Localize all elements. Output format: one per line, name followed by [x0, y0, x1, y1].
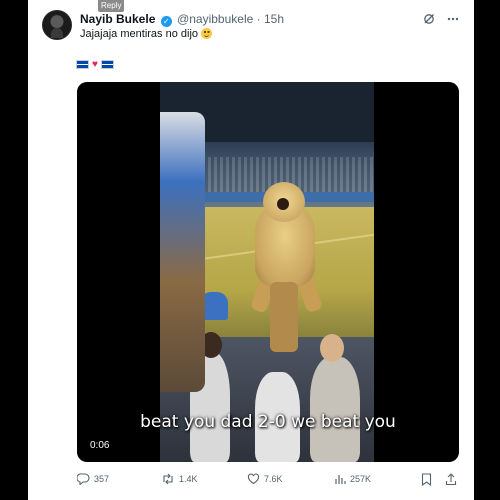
verified-badge-icon: ✓ [160, 16, 172, 27]
share-button[interactable] [445, 472, 457, 486]
tweet-header: Nayib Bukele ✓ @nayibbukele · 15h Jajaja… [42, 10, 460, 46]
grok-icon[interactable] [422, 12, 436, 26]
smile-emoji-icon [201, 28, 213, 39]
share-icon [445, 472, 457, 485]
video-player[interactable]: beat you dad 2-0 we beat you 0:06 [77, 82, 459, 462]
bookmark-button[interactable] [421, 472, 432, 486]
flag-emoji-row: ♥ [76, 59, 114, 70]
header-actions [422, 12, 460, 26]
post-text: Jajajaja mentiras no dijo [80, 27, 213, 42]
heart-icon [247, 473, 260, 485]
like-button[interactable]: 7.6K [247, 473, 283, 485]
reply-count: 357 [94, 474, 110, 484]
handle[interactable]: @nayibbukele [177, 12, 253, 26]
tweet-card: Reply Nayib Bukele ✓ @nayibbukele · 15h … [28, 0, 474, 500]
reply-button[interactable]: 357 [77, 473, 109, 485]
more-options-icon[interactable] [446, 12, 460, 26]
separator: · [256, 12, 261, 26]
el-salvador-flag-icon [100, 60, 114, 69]
views-button[interactable]: 257K [334, 473, 371, 485]
post-text-body: Jajajaja mentiras no dijo [80, 28, 199, 40]
views-count: 257K [350, 474, 372, 484]
bookmark-icon [421, 472, 432, 486]
views-chart-icon [335, 475, 346, 484]
avatar[interactable] [42, 10, 72, 40]
repost-count: 1.4K [179, 474, 198, 484]
video-duration: 0:06 [87, 439, 113, 452]
post-time[interactable]: 15h [264, 12, 284, 26]
action-bar: 357 1.4K 7.6K 257K [77, 470, 467, 488]
video-frame [160, 82, 374, 462]
el-salvador-flag-icon [76, 60, 89, 69]
repost-icon [163, 473, 173, 485]
like-count: 7.6K [264, 474, 283, 484]
reply-icon [77, 473, 90, 485]
author-row: Nayib Bukele ✓ @nayibbukele · 15h [80, 11, 284, 27]
red-heart-icon: ♥ [92, 59, 98, 70]
video-caption: beat you dad 2-0 we beat you [140, 412, 396, 432]
repost-button[interactable]: 1.4K [161, 473, 198, 485]
display-name[interactable]: Nayib Bukele [80, 12, 155, 26]
